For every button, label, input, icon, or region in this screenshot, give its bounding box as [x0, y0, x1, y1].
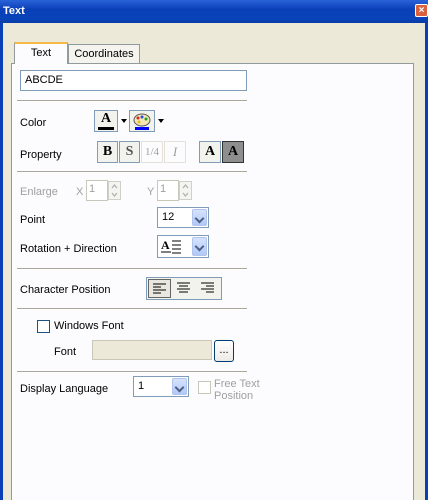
rotation-select[interactable]: A [157, 235, 209, 258]
align-center-button[interactable] [173, 279, 196, 298]
text-color-glyph: A [100, 111, 112, 126]
window-frame-left [0, 23, 3, 500]
separator [17, 268, 247, 270]
background-color-dropdown[interactable] [156, 110, 165, 132]
windows-font-checkbox[interactable] [37, 320, 50, 333]
separator [17, 100, 247, 102]
property-label: Property [20, 149, 62, 161]
free-text-position-checkbox [198, 381, 211, 394]
free-text-line1: Free Text [214, 378, 260, 390]
point-value: 12 [162, 211, 175, 223]
windows-font-label: Windows Font [54, 320, 124, 332]
shadow-glyph: S [125, 144, 134, 159]
font-field [92, 340, 212, 360]
align-left-icon [153, 283, 166, 294]
free-text-line2: Position [214, 390, 254, 402]
chevron-down-icon [121, 119, 127, 123]
enlarge-x-value: 1 [89, 183, 96, 195]
align-center-icon [177, 282, 190, 293]
enlarge-x-spinner [108, 181, 121, 200]
browse-font-button[interactable]: ... [214, 340, 234, 362]
tab-coordinates-label: Coordinates [74, 48, 134, 60]
normal-text-button[interactable]: A [199, 141, 221, 163]
text-input[interactable]: ABCDE [20, 70, 247, 91]
font-label: Font [54, 346, 77, 358]
enlarge-x-input: 1 [86, 180, 108, 201]
character-position-group [146, 277, 222, 300]
rotation-label: Rotation + Direction [20, 243, 117, 255]
shadow-button[interactable]: S [119, 141, 140, 163]
enlarge-label: Enlarge [20, 186, 58, 198]
inverse-glyph: A [227, 144, 239, 159]
enlarge-y-input: 1 [157, 180, 179, 201]
italic-button: I [164, 141, 186, 163]
normal-glyph: A [204, 144, 216, 159]
chevron-down-icon[interactable] [172, 378, 187, 395]
text-input-value: ABCDE [25, 74, 63, 86]
inverse-text-button[interactable]: A [222, 141, 244, 163]
rotation-glyph: A [161, 238, 170, 252]
align-right-icon [201, 282, 214, 293]
align-right-button[interactable] [197, 279, 220, 298]
separator [17, 171, 247, 173]
spinner-arrows-icon [182, 183, 189, 198]
chevron-down-icon[interactable] [192, 209, 207, 226]
title-bar: Text × [0, 0, 428, 23]
display-language-label: Display Language [20, 383, 109, 395]
text-direction-icon: A [161, 238, 181, 254]
quarter-size-button: 1/4 [141, 141, 163, 163]
chevron-down-icon [158, 119, 164, 123]
chevron-down-icon[interactable] [192, 237, 207, 256]
enlarge-y-spinner [179, 181, 192, 200]
character-position-label: Character Position [20, 284, 111, 296]
close-button[interactable]: × [415, 4, 428, 17]
tab-text[interactable]: Text [14, 42, 68, 64]
display-language-select[interactable]: 1 [133, 376, 189, 397]
text-color-swatch [98, 127, 114, 130]
browse-label: ... [219, 344, 229, 356]
quarter-glyph: 1/4 [144, 146, 160, 158]
window-title: Text [3, 5, 25, 17]
spinner-arrows-icon [111, 183, 118, 198]
text-color-button[interactable]: A [94, 110, 118, 132]
italic-glyph: I [172, 144, 178, 159]
palette-icon [133, 113, 151, 130]
bold-button[interactable]: B [97, 141, 118, 163]
separator [17, 308, 247, 310]
point-select[interactable]: 12 [157, 207, 209, 228]
free-text-position-label: Free Text Position [214, 378, 260, 402]
separator [17, 371, 247, 373]
align-left-button[interactable] [148, 279, 171, 298]
close-icon: × [418, 5, 425, 16]
bold-glyph: B [102, 144, 113, 159]
enlarge-x-label: X [76, 186, 84, 198]
tab-text-label: Text [30, 47, 52, 59]
tab-coordinates[interactable]: Coordinates [68, 44, 140, 64]
color-label: Color [20, 117, 47, 129]
enlarge-y-value: 1 [160, 183, 167, 195]
text-color-dropdown[interactable] [119, 110, 128, 132]
display-language-value: 1 [138, 380, 145, 392]
point-label: Point [20, 214, 46, 226]
enlarge-y-label: Y [147, 186, 155, 198]
background-color-button[interactable] [129, 110, 155, 132]
